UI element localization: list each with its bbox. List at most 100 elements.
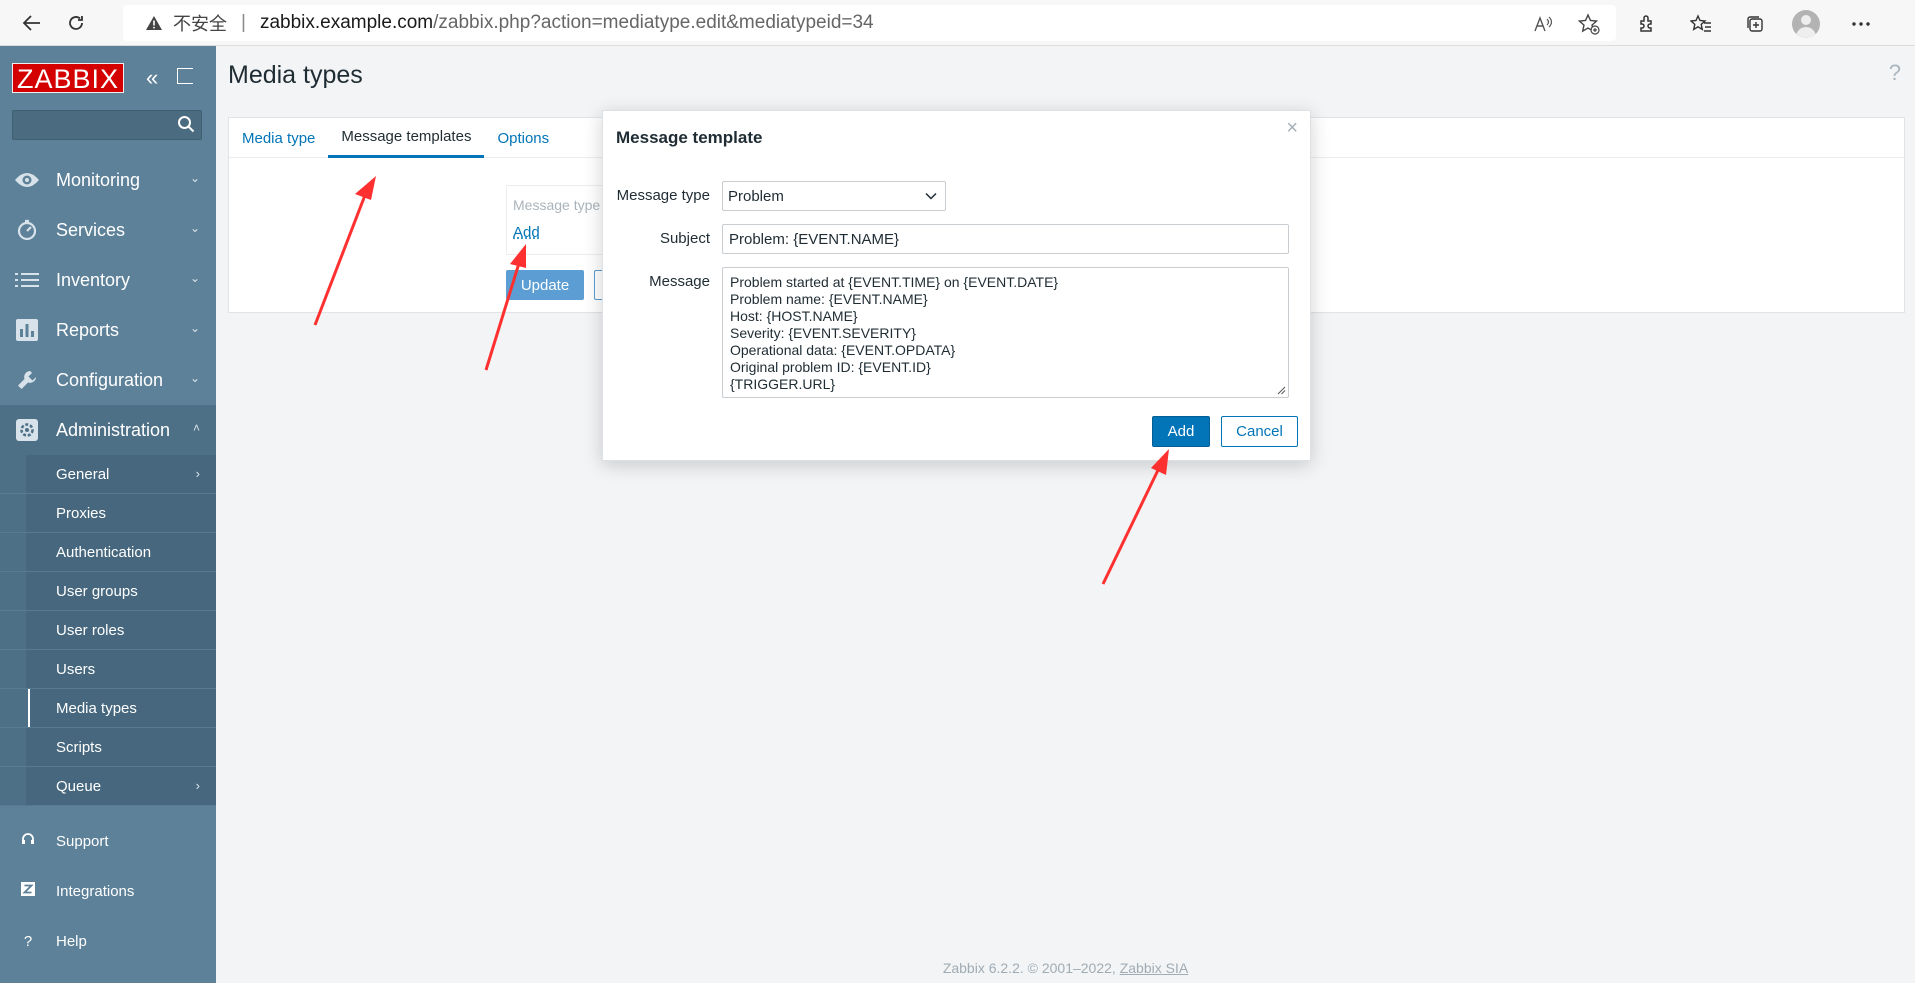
menu-label: Configuration [56, 369, 164, 390]
integrations-label: Integrations [56, 882, 135, 900]
dialog-title: Message template [616, 128, 763, 147]
main-menu: Monitoring ⌄ Services ⌄ Inventory ⌄ Repo… [0, 155, 216, 806]
headset-icon [18, 832, 38, 850]
update-button[interactable]: Update [506, 270, 584, 300]
menu-reports[interactable]: Reports ⌄ [0, 305, 216, 355]
menu-label: Inventory [56, 269, 131, 290]
submenu-user-groups[interactable]: User groups [0, 572, 216, 611]
message-type-select[interactable]: Problem [722, 181, 946, 211]
submenu-authentication[interactable]: Authentication [0, 533, 216, 572]
menu-services[interactable]: Services ⌄ [0, 205, 216, 255]
profile-avatar[interactable] [1792, 10, 1820, 38]
message-line: Problem started at {EVENT.TIME} on {EVEN… [730, 274, 1059, 290]
browser-toolbar: 不安全 | zabbix.example.com /zabbix.php?act… [0, 0, 1915, 46]
help-link[interactable]: ? Help [0, 916, 216, 966]
subject-label: Subject [659, 230, 710, 247]
extensions-icon[interactable] [1630, 7, 1664, 41]
menu-label: Monitoring [56, 169, 141, 190]
message-type-value: Problem [728, 187, 784, 205]
submenu-label: Users [56, 660, 96, 678]
address-separator: | [241, 12, 246, 33]
chevron-up-icon: ˄ [192, 421, 200, 435]
support-link[interactable]: Support [0, 816, 216, 866]
collapse-sidebar-icon[interactable]: « [146, 65, 158, 91]
sidebar: ZABBIX « Monitoring ⌄ Services ⌄ Invento… [0, 46, 216, 983]
bar-chart-icon [14, 317, 40, 343]
tab-media-type[interactable]: Media type [229, 118, 328, 158]
back-icon[interactable] [12, 3, 52, 43]
reload-icon[interactable] [56, 3, 96, 43]
message-line: Problem name: {EVENT.NAME} [730, 291, 928, 307]
submenu-general[interactable]: General › [0, 455, 216, 494]
page-footer: Zabbix 6.2.2. © 2001–2022, Zabbix SIA [216, 960, 1915, 976]
add-template-link[interactable]: Add [513, 224, 540, 241]
administration-submenu: General › Proxies Authentication User gro… [0, 455, 216, 806]
message-type-label: Message type [616, 187, 710, 204]
submenu-users[interactable]: Users [0, 650, 216, 689]
menu-label: Reports [56, 319, 120, 340]
message-line: Severity: {EVENT.SEVERITY} [730, 325, 916, 341]
menu-administration[interactable]: Administration ˄ [0, 405, 216, 455]
eye-icon [14, 167, 40, 193]
submenu-label: User groups [56, 582, 138, 600]
submenu-label: Media types [56, 699, 137, 717]
add-favorite-icon[interactable] [1576, 11, 1602, 37]
message-textarea[interactable]: Problem started at {EVENT.TIME} on {EVEN… [722, 267, 1289, 398]
menu-configuration[interactable]: Configuration ⌄ [0, 355, 216, 405]
wrench-icon [14, 367, 40, 393]
dialog-cancel-button[interactable]: Cancel [1221, 416, 1298, 447]
message-templates-table: Message type Add [506, 185, 606, 255]
question-icon: ? [23, 932, 33, 950]
menu-label: Services [56, 219, 126, 240]
chevron-right-icon: › [195, 778, 200, 793]
list-icon [14, 267, 40, 293]
chevron-right-icon: › [195, 466, 200, 481]
submenu-label: Authentication [56, 543, 152, 561]
submenu-scripts[interactable]: Scripts [0, 728, 216, 767]
z-icon [18, 882, 38, 900]
submenu-media-types[interactable]: Media types [0, 689, 216, 728]
read-aloud-icon[interactable] [1530, 11, 1556, 37]
tab-options[interactable]: Options [484, 118, 562, 158]
subject-value: Problem: {EVENT.NAME} [729, 230, 900, 248]
url-path: /zabbix.php?action=mediatype.edit&mediat… [433, 12, 874, 33]
warning-icon [143, 13, 165, 33]
menu-inventory[interactable]: Inventory ⌄ [0, 255, 216, 305]
insecure-label: 不安全 [173, 14, 227, 34]
help-label: Help [56, 932, 87, 950]
tab-message-templates[interactable]: Message templates [328, 118, 485, 158]
menu-label: Administration [56, 419, 171, 440]
resize-handle-icon[interactable] [1276, 385, 1286, 395]
chevron-down-icon: ⌄ [189, 171, 200, 185]
clock-icon [14, 217, 40, 243]
sidebar-search-input[interactable] [12, 110, 202, 140]
submenu-user-roles[interactable]: User roles [0, 611, 216, 650]
support-label: Support [56, 832, 109, 850]
chevron-down-icon [925, 192, 937, 200]
close-icon[interactable]: × [1286, 117, 1298, 140]
message-type-column-header: Message type [513, 197, 601, 213]
kiosk-mode-icon[interactable] [177, 68, 193, 84]
submenu-label: Proxies [56, 504, 107, 522]
submenu-queue[interactable]: Queue › [0, 767, 216, 806]
dialog-add-button[interactable]: Add [1152, 416, 1210, 447]
message-line: Original problem ID: {EVENT.ID} [730, 359, 931, 375]
page-title: Media types [228, 61, 363, 89]
submenu-label: General [56, 465, 110, 483]
collections-icon[interactable] [1738, 7, 1772, 41]
chevron-down-icon: ⌄ [189, 371, 200, 385]
search-icon[interactable] [177, 115, 195, 133]
submenu-label: Queue [56, 777, 102, 795]
favorites-icon[interactable] [1684, 7, 1718, 41]
address-bar[interactable]: 不安全 | zabbix.example.com /zabbix.php?act… [123, 5, 1616, 41]
zabbix-logo[interactable]: ZABBIX [12, 63, 125, 94]
submenu-proxies[interactable]: Proxies [0, 494, 216, 533]
message-line: Operational data: {EVENT.OPDATA} [730, 342, 956, 358]
subject-input[interactable]: Problem: {EVENT.NAME} [722, 224, 1289, 254]
chevron-down-icon: ⌄ [189, 321, 200, 335]
help-question-icon[interactable]: ? [1889, 60, 1901, 86]
integrations-link[interactable]: Integrations [0, 866, 216, 916]
footer-company-link[interactable]: Zabbix SIA [1120, 960, 1188, 976]
menu-monitoring[interactable]: Monitoring ⌄ [0, 155, 216, 205]
more-menu-icon[interactable] [1844, 7, 1878, 41]
